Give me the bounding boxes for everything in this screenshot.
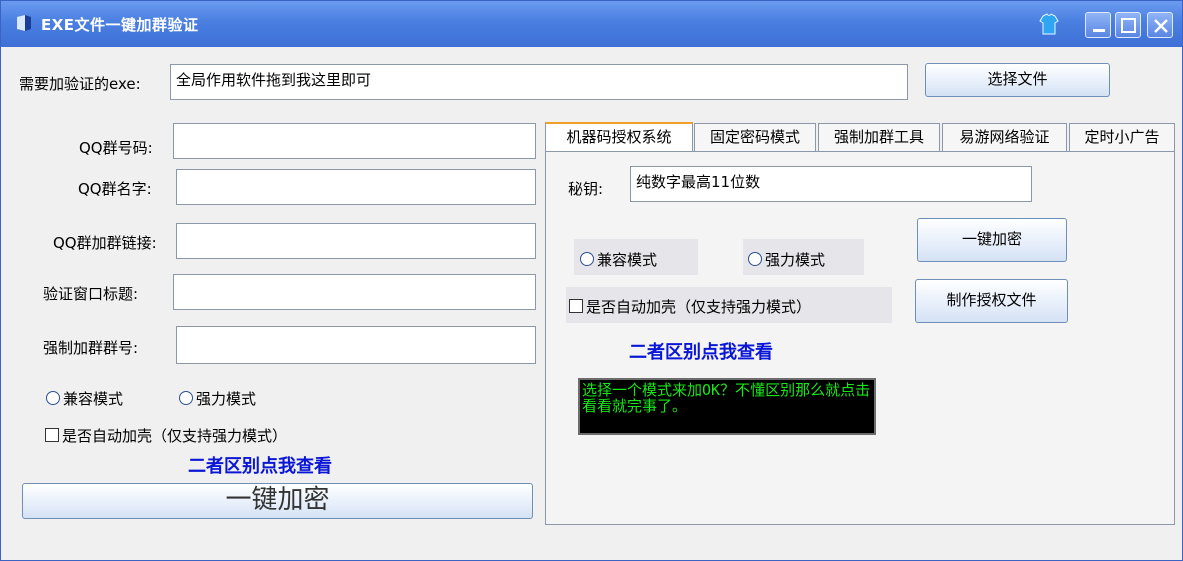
qq-name-label: QQ群名字: — [78, 180, 152, 198]
exe-path-input[interactable]: 全局作用软件拖到我这里即可 — [170, 64, 908, 100]
exe-label: 需要加验证的exe: — [19, 75, 141, 93]
make-license-button[interactable]: 制作授权文件 — [915, 279, 1068, 323]
qq-link-input[interactable] — [176, 223, 536, 259]
tab-yiyou-verify[interactable]: 易游网络验证 — [942, 123, 1067, 152]
close-icon — [1154, 19, 1168, 33]
shirt-icon[interactable] — [1038, 12, 1060, 36]
panel-encrypt-button[interactable]: 一键加密 — [917, 218, 1067, 262]
force-group-label: 强制加群群号: — [43, 339, 139, 357]
encrypt-button-left[interactable]: 一键加密 — [22, 483, 533, 519]
radio-circle — [179, 391, 193, 405]
auto-shell-checkbox[interactable]: 是否自动加壳（仅支持强力模式） — [45, 425, 287, 446]
checkbox-box — [45, 428, 59, 442]
radio-strong-mode[interactable]: 强力模式 — [179, 388, 256, 409]
window-title: EXE文件一键加群验证 — [41, 16, 199, 34]
verify-title-input[interactable] — [173, 274, 536, 310]
auto-shell-label: 是否自动加壳（仅支持强力模式） — [62, 427, 288, 445]
app-window: EXE文件一键加群验证 需要加验证的exe: 全局作用软件拖到我这里即可 选择文… — [0, 0, 1183, 561]
app-icon — [17, 15, 31, 31]
title-bar[interactable]: EXE文件一键加群验证 — [1, 1, 1182, 47]
qq-link-label: QQ群加群链接: — [53, 234, 157, 252]
panel-radio-compat[interactable]: 兼容模式 — [580, 249, 657, 270]
panel-difference-link[interactable]: 二者区别点我查看 — [629, 338, 773, 364]
panel-auto-shell-label: 是否自动加壳（仅支持强力模式） — [586, 298, 812, 316]
force-group-input[interactable] — [176, 326, 536, 364]
radio-circle — [580, 252, 594, 266]
tab-timed-ad[interactable]: 定时小广告 — [1069, 123, 1175, 152]
minimize-icon — [1093, 29, 1105, 32]
close-button[interactable] — [1147, 12, 1173, 38]
tab-force-group[interactable]: 强制加群工具 — [818, 123, 940, 152]
key-label: 秘钥: — [568, 180, 604, 198]
qq-number-input[interactable] — [173, 123, 536, 159]
checkbox-box — [569, 299, 583, 313]
radio-compat-label: 兼容模式 — [63, 390, 124, 408]
radio-circle — [46, 391, 60, 405]
notice-box: 选择一个模式来加OK？不懂区别那么就点击看看就完事了。 — [578, 378, 876, 435]
difference-link[interactable]: 二者区别点我查看 — [188, 452, 332, 478]
minimize-button[interactable] — [1085, 12, 1111, 38]
qq-number-label: QQ群号码: — [79, 139, 153, 157]
radio-compat-mode[interactable]: 兼容模式 — [46, 388, 123, 409]
radio-circle — [748, 252, 762, 266]
maximize-button[interactable] — [1115, 12, 1141, 38]
verify-title-label: 验证窗口标题: — [43, 285, 139, 303]
panel-radio-strong[interactable]: 强力模式 — [748, 249, 825, 270]
panel-auto-shell-checkbox[interactable]: 是否自动加壳（仅支持强力模式） — [569, 296, 811, 317]
qq-name-input[interactable] — [176, 169, 536, 205]
radio-strong-label: 强力模式 — [196, 390, 257, 408]
panel-radio-compat-label: 兼容模式 — [597, 251, 658, 269]
maximize-icon — [1121, 18, 1136, 33]
tab-machine-code[interactable]: 机器码授权系统 — [545, 122, 693, 152]
tab-fixed-password[interactable]: 固定密码模式 — [694, 123, 816, 152]
panel-radio-strong-label: 强力模式 — [765, 251, 826, 269]
key-input[interactable]: 纯数字最高11位数 — [630, 166, 1032, 202]
choose-file-button[interactable]: 选择文件 — [925, 63, 1110, 97]
